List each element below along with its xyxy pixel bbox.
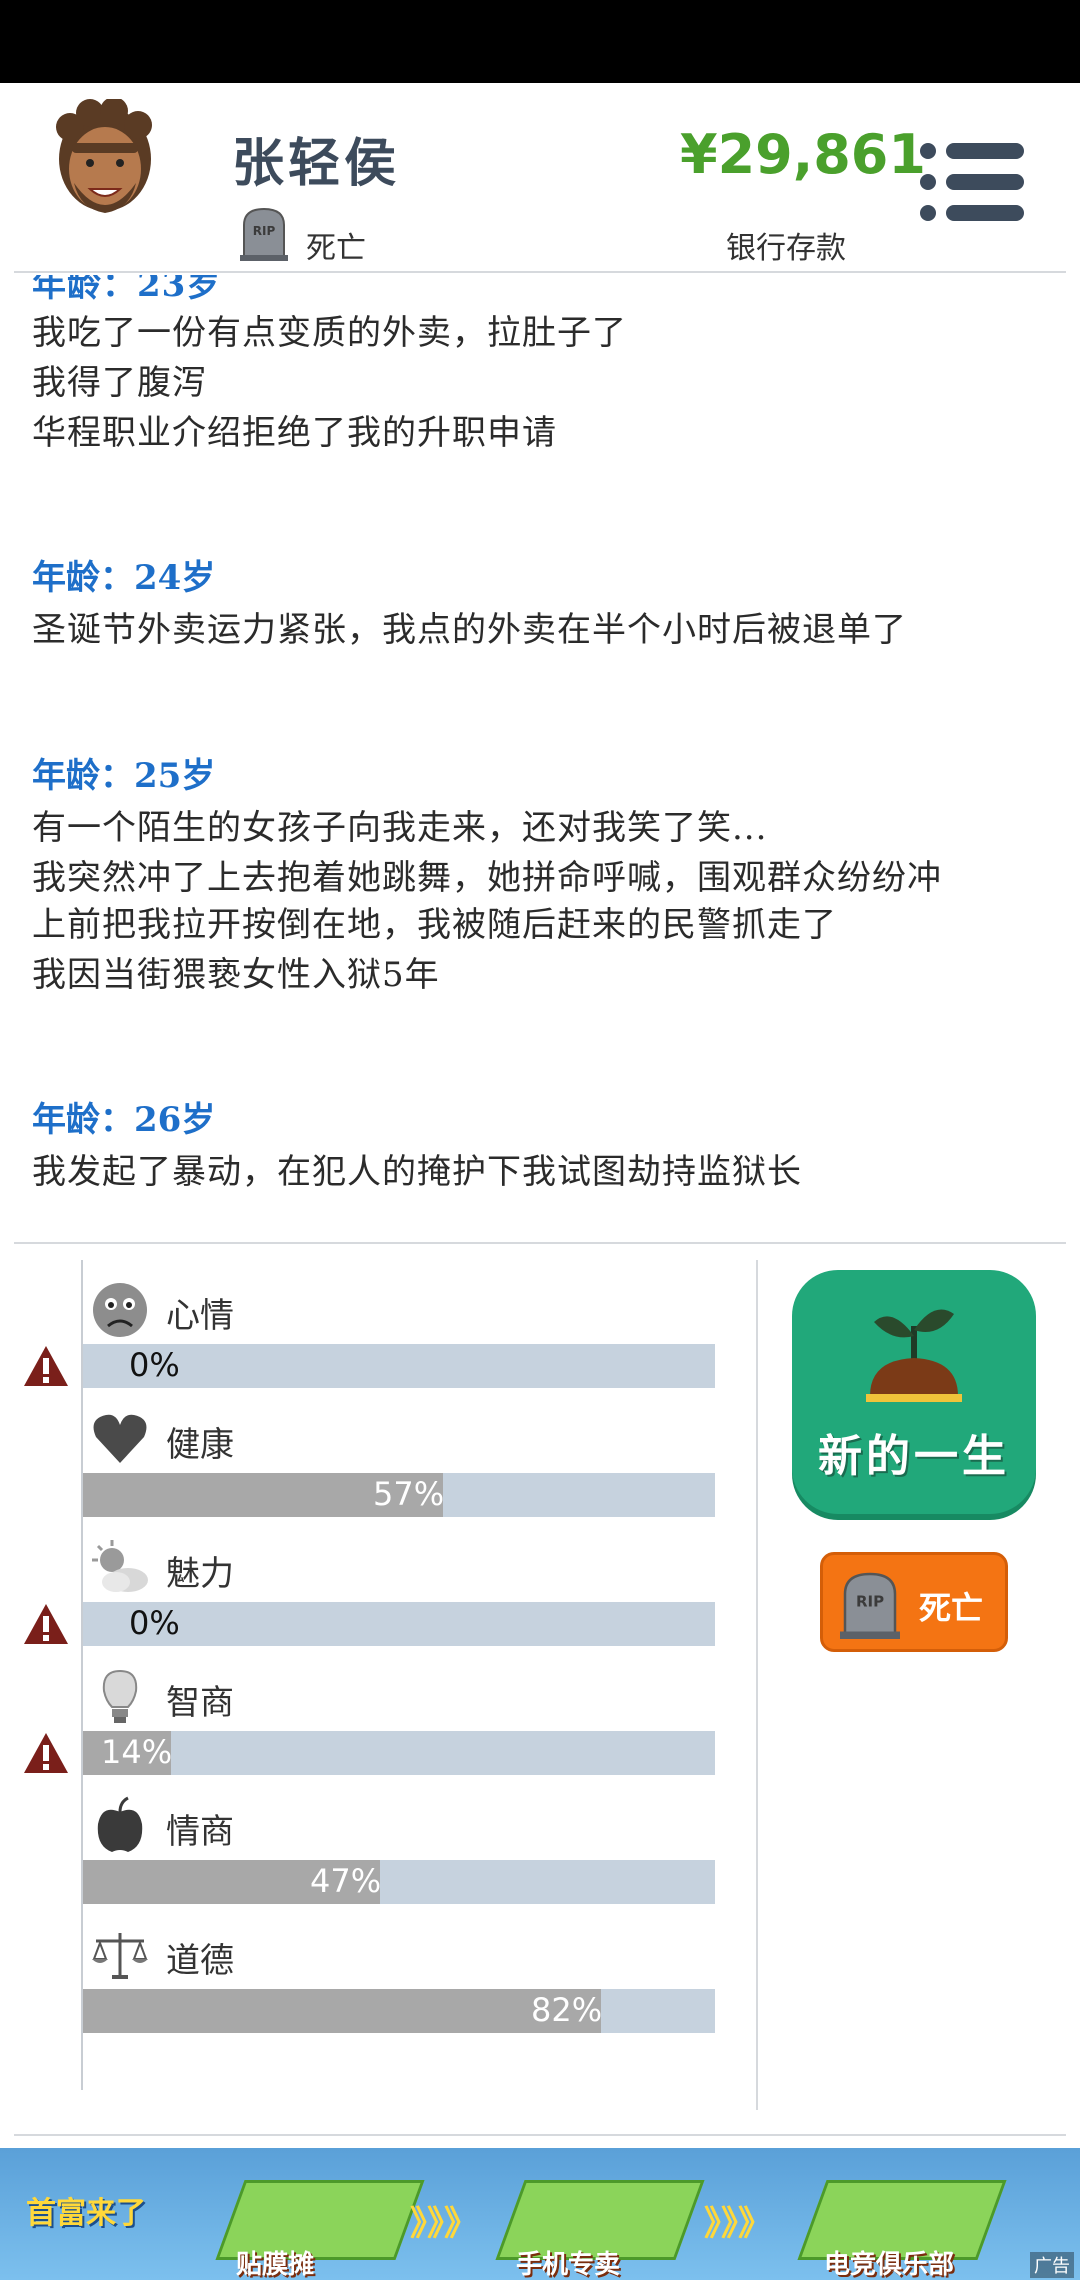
status-bar — [0, 0, 1080, 83]
apple-icon — [90, 1796, 150, 1856]
bank-balance: ¥29,861 — [680, 123, 926, 186]
log-entry: 我突然冲了上去抱着她跳舞，她拼命呼喊，围观群众纷纷冲 — [32, 858, 942, 898]
stat-value: 57% — [373, 1475, 445, 1513]
svg-text:RIP: RIP — [856, 1593, 884, 1611]
stat-label: 情商 — [166, 1812, 234, 1852]
stat-label: 心情 — [166, 1296, 234, 1336]
header-divider — [14, 271, 1066, 273]
new-life-label: 新的一生 — [818, 1431, 1010, 1482]
cloudy-sun-icon — [90, 1538, 150, 1598]
log-entry: 上前把我拉开按倒在地，我被随后赶来的民警抓走了 — [32, 905, 837, 945]
stats-panel: 心情 0% 健康 57% 魅力 0% 智商 14% 情商 47% 道德 82% — [0, 1250, 760, 2110]
stat-value: 0% — [129, 1604, 180, 1642]
tombstone-icon: RIP — [240, 207, 288, 261]
avatar[interactable] — [50, 99, 160, 229]
log-entry: 有一个陌生的女孩子向我走来，还对我笑了笑... — [32, 808, 768, 848]
warning-icon — [22, 1344, 70, 1388]
stat-bar: 47% — [83, 1860, 715, 1904]
stat-row: 道德 82% — [0, 1905, 760, 2034]
header: 张轻侯 RIP 死亡 ¥29,861 银行存款 — [0, 83, 1080, 273]
warning-icon — [22, 1731, 70, 1775]
stat-label: 智商 — [166, 1683, 234, 1723]
stat-label: 道德 — [166, 1941, 234, 1981]
log-entry: 圣诞节外卖运力紧张，我点的外卖在半个小时后被退单了 — [32, 610, 907, 650]
sad-face-icon — [90, 1280, 150, 1340]
age-heading: 年龄：24岁 — [32, 558, 216, 598]
scales-icon — [90, 1925, 150, 1985]
stat-bar-fill — [83, 1989, 601, 2033]
ad-arrow: 》》》 — [410, 2204, 478, 2244]
stat-row: 智商 14% — [0, 1647, 760, 1776]
stat-row: 魅力 0% — [0, 1518, 760, 1647]
ad-tag: 广告 — [1030, 2252, 1074, 2278]
stat-bar: 0% — [83, 1344, 715, 1388]
stat-value: 82% — [531, 1991, 603, 2029]
bottom-divider — [14, 2134, 1066, 2136]
life-status: 死亡 — [306, 231, 366, 266]
stat-value: 47% — [310, 1862, 382, 1900]
sprout-icon — [866, 1309, 962, 1402]
vertical-divider — [756, 1260, 758, 2110]
stat-label: 魅力 — [166, 1554, 234, 1594]
tombstone-icon: RIP — [840, 1572, 900, 1639]
warning-icon — [22, 1602, 70, 1646]
stat-bar: 82% — [83, 1989, 715, 2033]
bank-balance-label: 银行存款 — [726, 231, 846, 266]
svg-text:RIP: RIP — [253, 224, 276, 238]
stat-row: 健康 57% — [0, 1389, 760, 1518]
heart-icon — [90, 1409, 150, 1469]
player-name: 张轻侯 — [232, 134, 401, 194]
age-heading: 年龄：23岁 — [32, 275, 222, 305]
log-entry: 华程职业介绍拒绝了我的升职申请 — [32, 413, 557, 453]
menu-icon[interactable] — [918, 141, 1026, 223]
ad-banner[interactable]: 首富来了 贴膜摊 》》》 手机专卖 》》》 电竞俱乐部 广告 — [0, 2148, 1080, 2280]
ad-label: 贴膜摊 — [236, 2250, 315, 2280]
stat-value: 0% — [129, 1346, 180, 1384]
log-entry: 我发起了暴动，在犯人的掩护下我试图劫持监狱长 — [32, 1152, 802, 1192]
life-log[interactable]: 年龄：23岁 我吃了一份有点变质的外卖，拉肚子了 我得了腹泻 华程职业介绍拒绝了… — [0, 275, 1080, 1240]
stat-label: 健康 — [166, 1425, 234, 1465]
ad-label: 电竞俱乐部 — [824, 2250, 955, 2280]
stat-row: 情商 47% — [0, 1776, 760, 1905]
stat-bar: 0% — [83, 1602, 715, 1646]
stat-bar: 14% — [83, 1731, 715, 1775]
log-entry: 我吃了一份有点变质的外卖，拉肚子了 — [32, 313, 627, 353]
stat-value: 14% — [101, 1733, 173, 1771]
section-divider — [14, 1242, 1066, 1244]
new-life-button[interactable]: 新的一生 — [792, 1270, 1036, 1514]
dead-button-label: 死亡 — [919, 1589, 984, 1627]
lightbulb-icon — [90, 1667, 150, 1727]
stat-bar: 57% — [83, 1473, 715, 1517]
log-entry: 我因当街猥亵女性入狱5年 — [32, 955, 440, 995]
ad-arrow: 》》》 — [704, 2204, 772, 2244]
log-entry: 我得了腹泻 — [32, 363, 207, 403]
ad-label: 手机专卖 — [516, 2250, 621, 2280]
stat-row: 心情 0% — [0, 1260, 760, 1389]
dead-status-button[interactable]: RIP 死亡 — [820, 1552, 1008, 1652]
age-heading: 年龄：26岁 — [32, 1100, 216, 1140]
age-heading: 年龄：25岁 — [32, 756, 216, 796]
ad-logo: 首富来了 — [26, 2196, 146, 2231]
